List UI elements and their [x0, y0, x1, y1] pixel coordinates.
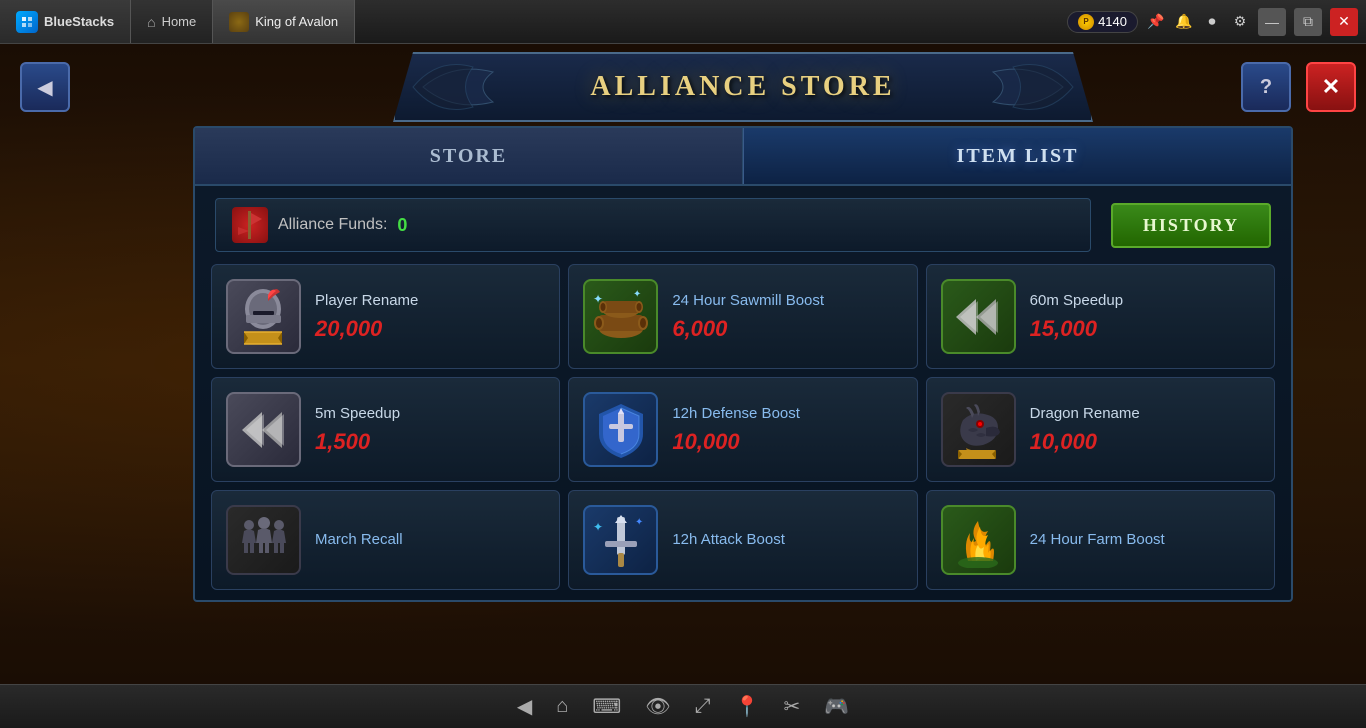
funds-amount: 0	[397, 215, 407, 236]
item-card[interactable]: 60m Speedup 15,000	[926, 264, 1275, 369]
item-price: 1,500	[315, 429, 545, 455]
item-info: 12h Defense Boost 10,000	[672, 404, 902, 456]
close-window-button[interactable]: ✕	[1330, 8, 1358, 36]
taskbar-scissors-icon[interactable]: ✂	[783, 694, 800, 719]
item-info: March Recall	[315, 530, 545, 550]
svg-text:✦: ✦	[635, 517, 643, 528]
item-card[interactable]: Player Rename 20,000	[211, 264, 560, 369]
minimize-button[interactable]: —	[1258, 8, 1286, 36]
item-info: 24 Hour Sawmill Boost 6,000	[672, 291, 902, 343]
funds-info: Alliance Funds: 0	[215, 198, 1091, 252]
taskbar-eye-icon[interactable]: 👁	[645, 694, 670, 719]
game-tab[interactable]: King of Avalon	[213, 0, 355, 43]
coins-icon: P	[1078, 14, 1094, 30]
home-tab[interactable]: ⌂ Home	[131, 0, 213, 43]
title-bar-left: BlueStacks ⌂ Home King of Avalon	[0, 0, 355, 43]
item-name: 60m Speedup	[1030, 291, 1260, 311]
store-panel: ALLIANCE STORE STORE ITEM LIST	[120, 44, 1366, 684]
item-info: Dragon Rename 10,000	[1030, 404, 1260, 456]
main-content: STORE ITEM LIST Al	[193, 126, 1293, 602]
taskbar: ◀ ⌂ ⌨ 👁 ⤢ 📍 ✂ 🎮	[0, 684, 1366, 728]
taskbar-home-icon[interactable]: ⌂	[556, 695, 568, 718]
pin-icon[interactable]: 📌	[1146, 12, 1166, 32]
store-title: ALLIANCE STORE	[590, 71, 895, 103]
svg-text:✦: ✦	[633, 289, 641, 300]
item-name: 5m Speedup	[315, 404, 545, 424]
item-icon-attack: ✦ ✦	[583, 505, 658, 575]
bluestacks-tab[interactable]: BlueStacks	[0, 0, 131, 43]
item-name: 24 Hour Sawmill Boost	[672, 291, 902, 311]
history-button[interactable]: HISTORY	[1111, 203, 1271, 248]
item-name: 24 Hour Farm Boost	[1030, 530, 1260, 550]
tab-bar: STORE ITEM LIST	[195, 128, 1291, 186]
item-card[interactable]: ✦ ✦ 12h Attack Boost	[568, 490, 917, 590]
item-name: Dragon Rename	[1030, 404, 1260, 424]
coins-badge: P 4140	[1067, 11, 1138, 33]
item-icon-farm	[941, 505, 1016, 575]
funds-label: Alliance Funds:	[278, 216, 387, 234]
title-bar-right: P 4140 📌 🔔 ⏺ ⚙ — ⧉ ✕	[1067, 8, 1366, 36]
item-info: Player Rename 20,000	[315, 291, 545, 343]
item-card[interactable]: 5m Speedup 1,500	[211, 377, 560, 482]
item-info: 60m Speedup 15,000	[1030, 291, 1260, 343]
taskbar-keyboard-icon[interactable]: ⌨	[592, 694, 621, 719]
item-card[interactable]: ✦ ✦ 24 Hour Sawmill Boost 6,000	[568, 264, 917, 369]
item-info: 5m Speedup 1,500	[315, 404, 545, 456]
settings-icon[interactable]: ⚙	[1230, 12, 1250, 32]
item-icon-defense	[583, 392, 658, 467]
notification-icon[interactable]: 🔔	[1174, 12, 1194, 32]
game-tab-label: King of Avalon	[255, 14, 338, 29]
item-info: 12h Attack Boost	[672, 530, 902, 550]
item-card[interactable]: March Recall	[211, 490, 560, 590]
taskbar-gamepad-icon[interactable]: 🎮	[824, 694, 849, 719]
bluestacks-label: BlueStacks	[44, 14, 114, 29]
taskbar-resize-icon[interactable]: ⤢	[695, 695, 711, 718]
item-name: Player Rename	[315, 291, 545, 311]
item-icon-speedup-60	[941, 279, 1016, 354]
item-price: 6,000	[672, 316, 902, 342]
title-bar: BlueStacks ⌂ Home King of Avalon P 4140 …	[0, 0, 1366, 44]
game-tab-icon	[229, 12, 249, 32]
taskbar-location-icon[interactable]: 📍	[735, 694, 760, 719]
alliance-funds-icon	[232, 207, 268, 243]
game-area: ◀ ? ✕ ALLIANCE STORE	[0, 44, 1366, 684]
item-price: 20,000	[315, 316, 545, 342]
item-price: 10,000	[672, 429, 902, 455]
item-name: 12h Attack Boost	[672, 530, 902, 550]
svg-text:✦: ✦	[593, 520, 603, 534]
item-info: 24 Hour Farm Boost	[1030, 530, 1260, 550]
restore-button[interactable]: ⧉	[1294, 8, 1322, 36]
item-icon-dragon	[941, 392, 1016, 467]
taskbar-back-icon[interactable]: ◀	[517, 694, 532, 719]
item-icon-sawmill: ✦ ✦	[583, 279, 658, 354]
home-icon: ⌂	[147, 14, 155, 30]
coins-amount: 4140	[1098, 14, 1127, 29]
back-icon: ◀	[37, 75, 52, 100]
item-card[interactable]: 24 Hour Farm Boost	[926, 490, 1275, 590]
home-label: Home	[162, 14, 197, 29]
item-name: March Recall	[315, 530, 545, 550]
item-card[interactable]: Dragon Rename 10,000	[926, 377, 1275, 482]
svg-text:✦: ✦	[593, 292, 603, 306]
item-icon-player-rename	[226, 279, 301, 354]
back-button[interactable]: ◀	[20, 62, 70, 112]
item-icon-march	[226, 505, 301, 575]
item-price: 15,000	[1030, 316, 1260, 342]
tab-store[interactable]: STORE	[195, 128, 743, 184]
bluestacks-logo	[16, 11, 38, 33]
store-header: ALLIANCE STORE	[393, 52, 1093, 122]
item-name: 12h Defense Boost	[672, 404, 902, 424]
item-icon-speedup-5	[226, 392, 301, 467]
tab-item-list[interactable]: ITEM LIST	[743, 128, 1291, 184]
item-card[interactable]: 12h Defense Boost 10,000	[568, 377, 917, 482]
items-grid: Player Rename 20,000	[195, 264, 1291, 590]
item-price: 10,000	[1030, 429, 1260, 455]
funds-row: Alliance Funds: 0 HISTORY	[195, 186, 1291, 264]
record-icon[interactable]: ⏺	[1202, 12, 1222, 32]
